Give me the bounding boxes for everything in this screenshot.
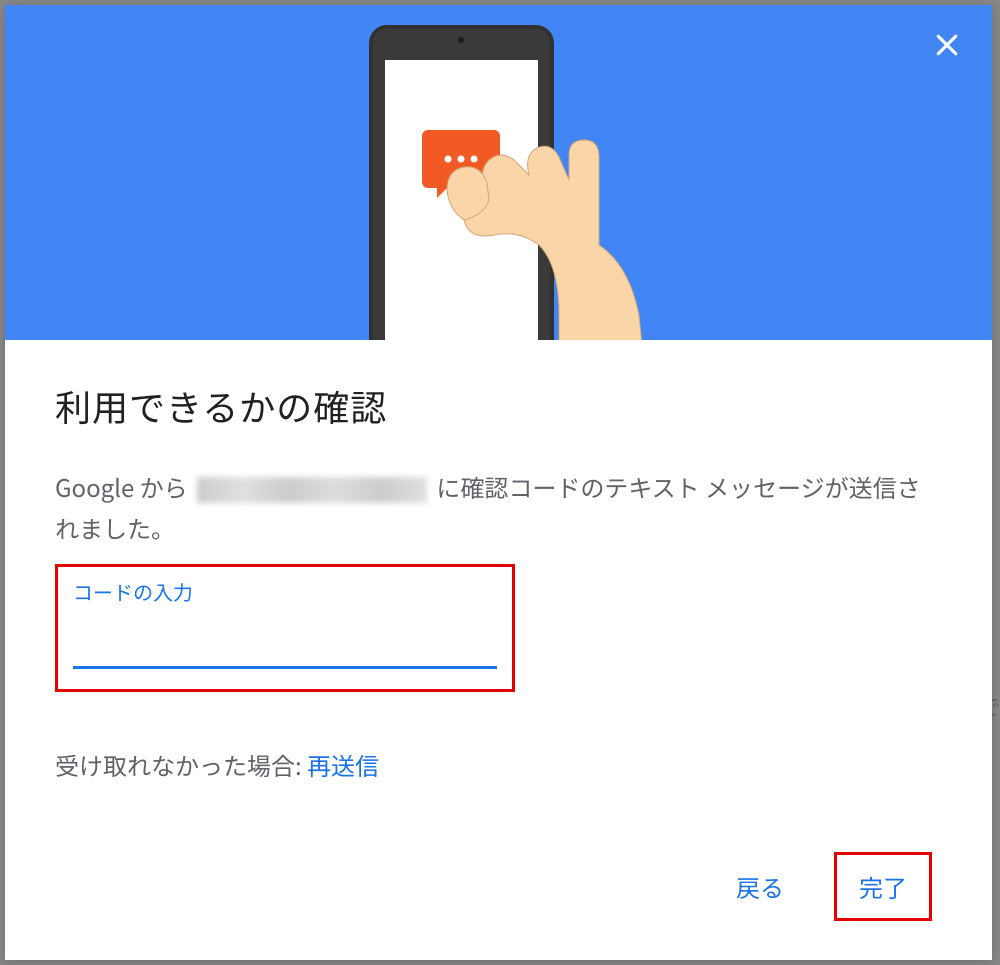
dialog-title: 利用できるかの確認 — [55, 380, 942, 432]
resend-line: 受け取れなかった場合: 再送信 — [55, 747, 942, 782]
done-button[interactable]: 完了 — [839, 857, 927, 916]
close-icon — [932, 30, 962, 60]
code-input[interactable] — [73, 614, 497, 669]
description-prefix: Google から — [55, 469, 193, 504]
hero-banner — [5, 5, 992, 340]
redacted-phone-number — [197, 477, 427, 503]
close-button[interactable] — [927, 25, 967, 65]
phone-speaker-dot — [458, 37, 464, 43]
hand-illustration — [429, 115, 709, 340]
code-input-label: コードの入力 — [73, 577, 497, 606]
phone-illustration — [299, 25, 699, 340]
verification-dialog: 利用できるかの確認 Google から に確認コードのテキスト メッセージが送信… — [5, 5, 992, 960]
done-button-highlight: 完了 — [834, 852, 932, 921]
dialog-content: 利用できるかの確認 Google から に確認コードのテキスト メッセージが送信… — [5, 340, 992, 960]
resend-link[interactable]: 再送信 — [307, 747, 379, 782]
dialog-actions: 戻る 完了 — [55, 852, 942, 921]
back-button[interactable]: 戻る — [716, 857, 804, 916]
code-input-section: コードの入力 — [55, 564, 515, 692]
dialog-description: Google から に確認コードのテキスト メッセージが送信されました。 — [55, 467, 942, 549]
resend-prefix: 受け取れなかった場合: — [55, 747, 307, 782]
